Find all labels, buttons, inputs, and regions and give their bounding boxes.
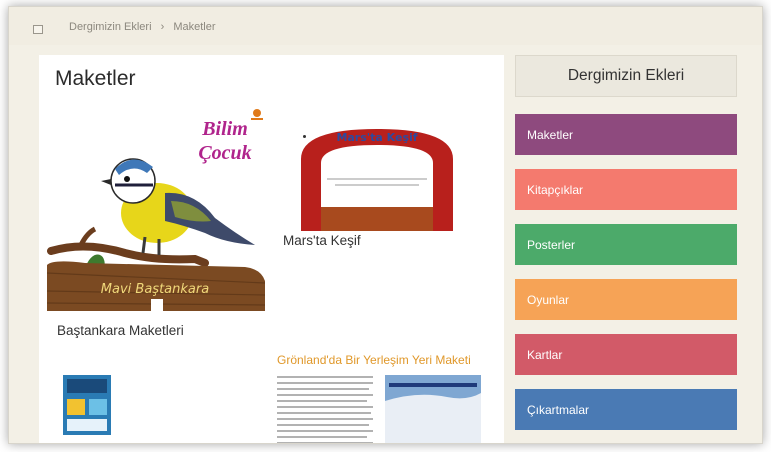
bilim-logo-line2: Çocuk — [198, 142, 251, 164]
main-content: Maketler Bilim Çocuk Mavi Baştankara Baş… — [39, 55, 504, 444]
gronland-image[interactable] — [277, 371, 482, 444]
bilim-logo-line1: Bilim — [201, 118, 248, 140]
mars-label[interactable]: Mars'ta Keşif — [283, 233, 361, 248]
gronland-title[interactable]: Grönland'da Bir Yerleşim Yeri Maketi — [277, 353, 471, 367]
bastankara-label[interactable]: Baştankara Maketleri — [57, 323, 184, 338]
mars-arch-text: Mars'ta Keşif — [336, 131, 417, 144]
sidebar-item-oyunlar[interactable]: Oyunlar — [515, 279, 737, 320]
sidebar-item-cikartmalar[interactable]: Çıkartmalar — [515, 389, 737, 430]
poster-thumbnail[interactable] — [63, 375, 111, 435]
dot — [303, 135, 306, 138]
bastankara-sign-text: Mavi Baştankara — [101, 282, 209, 297]
bilim-logo-icon — [251, 109, 263, 120]
mars-image[interactable]: Mars'ta Keşif — [297, 123, 457, 233]
sidebar-item-maketler[interactable]: Maketler — [515, 114, 737, 155]
bastankara-image[interactable]: Bilim Çocuk Mavi Baştankara — [45, 93, 269, 313]
mars-card[interactable]: Mars'ta Keşif Mars'ta Keşif — [283, 123, 457, 248]
browser-frame: Dergimizin Ekleri › Maketler Maketler Bi… — [8, 6, 763, 444]
page-title: Maketler — [55, 67, 136, 90]
breadcrumb-item-dergimizin-ekleri[interactable]: Dergimizin Ekleri — [69, 21, 152, 33]
bastankara-card[interactable]: Bilim Çocuk Mavi Baştankara Baştankara M… — [45, 93, 269, 338]
sidebar-item-posterler[interactable]: Posterler — [515, 224, 737, 265]
breadcrumb: Dergimizin Ekleri › Maketler — [69, 21, 222, 33]
home-icon[interactable] — [33, 25, 43, 34]
gronland-card[interactable]: Grönland'da Bir Yerleşim Yeri Maketi — [277, 353, 482, 444]
breadcrumb-separator: › — [160, 21, 165, 33]
sidebar-title: Dergimizin Ekleri — [515, 55, 737, 97]
sidebar: Dergimizin Ekleri Maketler Kitapçıklar P… — [515, 55, 745, 443]
breadcrumb-item-maketler: Maketler — [173, 21, 216, 33]
sidebar-item-kitapciklar[interactable]: Kitapçıklar — [515, 169, 737, 210]
sidebar-item-kartlar[interactable]: Kartlar — [515, 334, 737, 375]
breadcrumb-bar: Dergimizin Ekleri › Maketler — [9, 7, 762, 45]
